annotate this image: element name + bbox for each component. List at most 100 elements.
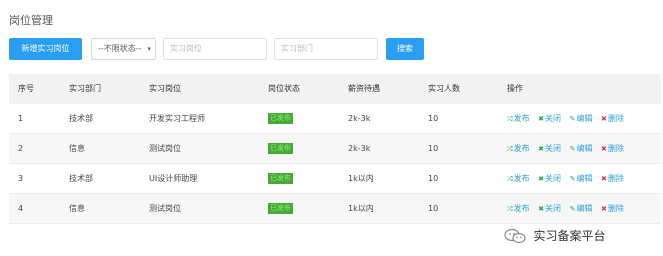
table-row: 4 信息 测试岗位 已发布 1k以内 10 ⤮发布 ✖关闭 ✎编辑 ✖删除 (9, 194, 661, 224)
post-input[interactable]: 实习岗位 (163, 38, 267, 60)
header-status: 岗位状态 (268, 84, 300, 93)
delete-link[interactable]: ✖删除 (601, 194, 624, 224)
row-index: 1 (18, 114, 24, 123)
status-badge: 已发布 (268, 173, 293, 184)
row-salary: 1k以内 (348, 174, 374, 183)
post-table: 序号 实习部门 实习岗位 岗位状态 薪资待遇 实习人数 操作 1 技术部 开发实… (9, 74, 661, 224)
row-count: 10 (428, 114, 439, 123)
publish-link[interactable]: ⤮发布 (507, 194, 530, 224)
delete-label: 删除 (607, 114, 624, 123)
search-button[interactable]: 搜索 (386, 38, 424, 60)
header-index: 序号 (18, 84, 34, 93)
publish-link[interactable]: ⤮发布 (507, 134, 530, 164)
shuffle-icon: ⤮ (507, 115, 513, 123)
edit-label: 编辑 (576, 144, 593, 153)
close-link[interactable]: ✖关闭 (538, 134, 561, 164)
status-badge: 已发布 (268, 203, 293, 214)
row-actions: ⤮发布 ✖关闭 ✎编辑 ✖删除 (507, 194, 630, 224)
table-row: 3 技术部 UI设计师助理 已发布 1k以内 10 ⤮发布 ✖关闭 ✎编辑 ✖删… (9, 164, 661, 194)
table-row: 1 技术部 开发实习工程师 已发布 2k-3k 10 ⤮发布 ✖关闭 ✎编辑 ✖… (9, 104, 661, 134)
delete-link[interactable]: ✖删除 (601, 104, 624, 134)
status-select[interactable]: --不限状态-- ▾ (91, 38, 156, 60)
row-actions: ⤮发布 ✖关闭 ✎编辑 ✖删除 (507, 164, 630, 194)
delete-icon: ✖ (601, 115, 607, 123)
row-index: 3 (18, 174, 24, 183)
delete-icon: ✖ (601, 175, 607, 183)
status-badge: 已发布 (268, 113, 293, 124)
row-actions: ⤮发布 ✖关闭 ✎编辑 ✖删除 (507, 104, 630, 134)
row-status: 已发布 (268, 104, 293, 134)
header-post: 实习岗位 (149, 84, 181, 93)
close-link[interactable]: ✖关闭 (538, 104, 561, 134)
row-count: 10 (428, 204, 439, 213)
delete-link[interactable]: ✖删除 (601, 134, 624, 164)
edit-label: 编辑 (576, 174, 593, 183)
edit-label: 编辑 (576, 114, 593, 123)
delete-label: 删除 (607, 174, 624, 183)
shuffle-icon: ⤮ (507, 205, 513, 213)
row-count: 10 (428, 144, 439, 153)
row-dept: 信息 (69, 144, 85, 153)
row-status: 已发布 (268, 194, 293, 224)
close-link[interactable]: ✖关闭 (538, 164, 561, 194)
publish-label: 发布 (513, 114, 530, 123)
close-icon: ✖ (538, 145, 545, 153)
edit-icon: ✎ (569, 205, 576, 213)
shuffle-icon: ⤮ (507, 145, 513, 153)
edit-link[interactable]: ✎编辑 (570, 194, 593, 224)
close-icon: ✖ (538, 115, 545, 123)
delete-label: 删除 (607, 144, 624, 153)
delete-link[interactable]: ✖删除 (601, 164, 624, 194)
edit-icon: ✎ (569, 115, 576, 123)
row-post: UI设计师助理 (149, 174, 198, 183)
close-icon: ✖ (538, 175, 545, 183)
header-count: 实习人数 (428, 84, 460, 93)
close-icon: ✖ (538, 205, 545, 213)
shuffle-icon: ⤮ (507, 175, 513, 183)
watermark-text: 实习备案平台 (533, 229, 606, 243)
row-post: 测试岗位 (149, 144, 181, 153)
row-index: 4 (18, 204, 24, 213)
close-label: 关闭 (545, 144, 562, 153)
row-index: 2 (18, 144, 24, 153)
delete-icon: ✖ (601, 145, 607, 153)
watermark: 实习备案平台 (503, 226, 606, 246)
publish-link[interactable]: ⤮发布 (507, 164, 530, 194)
close-label: 关闭 (545, 174, 562, 183)
edit-link[interactable]: ✎编辑 (570, 164, 593, 194)
row-dept: 信息 (69, 204, 85, 213)
header-dept: 实习部门 (69, 84, 101, 93)
row-post: 测试岗位 (149, 204, 181, 213)
row-salary: 1k以内 (348, 204, 374, 213)
page-title: 岗位管理 (9, 14, 53, 27)
close-label: 关闭 (545, 204, 562, 213)
row-salary: 2k-3k (348, 114, 371, 123)
row-actions: ⤮发布 ✖关闭 ✎编辑 ✖删除 (507, 134, 630, 164)
row-status: 已发布 (268, 164, 293, 194)
row-post: 开发实习工程师 (149, 114, 205, 123)
close-label: 关闭 (545, 114, 562, 123)
edit-link[interactable]: ✎编辑 (570, 104, 593, 134)
status-select-value: --不限状态-- (98, 44, 142, 53)
publish-link[interactable]: ⤮发布 (507, 104, 530, 134)
close-link[interactable]: ✖关闭 (538, 194, 561, 224)
header-salary: 薪资待遇 (348, 84, 380, 93)
row-status: 已发布 (268, 134, 293, 164)
delete-label: 删除 (607, 204, 624, 213)
table-row: 2 信息 测试岗位 已发布 2k-3k 10 ⤮发布 ✖关闭 ✎编辑 ✖删除 (9, 134, 661, 164)
edit-icon: ✎ (569, 145, 576, 153)
row-dept: 技术部 (69, 174, 93, 183)
edit-link[interactable]: ✎编辑 (570, 134, 593, 164)
wechat-icon (504, 228, 526, 244)
delete-icon: ✖ (601, 205, 607, 213)
add-post-button[interactable]: 新增实习岗位 (9, 38, 82, 60)
status-badge: 已发布 (268, 143, 293, 154)
dept-input[interactable]: 实习部门 (274, 38, 378, 60)
header-actions: 操作 (507, 84, 523, 93)
row-count: 10 (428, 174, 439, 183)
publish-label: 发布 (513, 174, 530, 183)
edit-label: 编辑 (576, 204, 593, 213)
edit-icon: ✎ (569, 175, 576, 183)
chevron-down-icon: ▾ (147, 45, 151, 53)
publish-label: 发布 (513, 204, 530, 213)
